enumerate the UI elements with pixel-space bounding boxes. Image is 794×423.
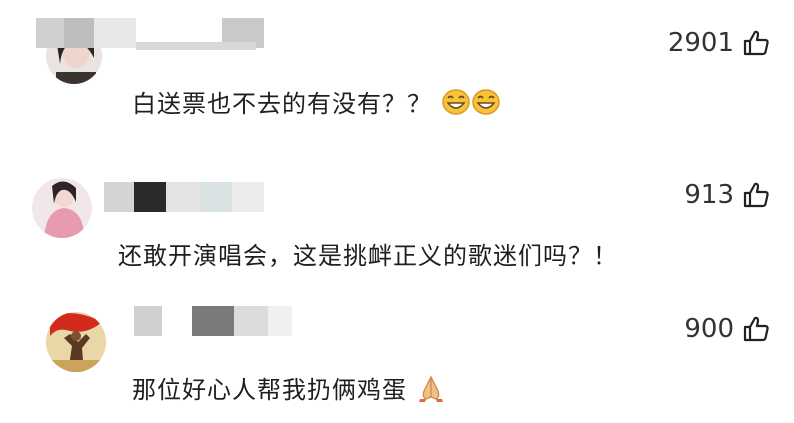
comment-text-content: 那位好心人帮我扔俩鸡蛋: [132, 376, 407, 404]
avatar[interactable]: [46, 312, 106, 372]
like-control[interactable]: 900: [684, 314, 770, 344]
thumbs-up-icon[interactable]: [742, 29, 770, 57]
avatar[interactable]: [32, 178, 92, 238]
comment-item: 白送票也不去的有没有？？ 2901: [0, 0, 794, 140]
comment-text-content: 白送票也不去的有没有？？: [132, 90, 432, 118]
thumbs-up-icon[interactable]: [742, 181, 770, 209]
like-control[interactable]: 2901: [668, 28, 770, 58]
folded-hands-emoji-icon: [416, 373, 446, 409]
username-redacted[interactable]: [36, 18, 266, 50]
like-control[interactable]: 913: [684, 180, 770, 210]
like-count: 2901: [667, 28, 734, 58]
like-count: 913: [684, 180, 734, 210]
username-redacted[interactable]: [104, 182, 264, 212]
like-count: 900: [684, 314, 734, 344]
comment-text: 还敢开演唱会，这是挑衅正义的歌迷们吗？！: [118, 236, 618, 271]
comment-item: 还敢开演唱会，这是挑衅正义的歌迷们吗？！ 913: [0, 150, 794, 290]
grinning-face-emoji-icon: [441, 89, 471, 121]
username-redacted[interactable]: [134, 306, 294, 336]
comment-text: 那位好心人帮我扔俩鸡蛋: [132, 370, 446, 409]
thumbs-up-icon[interactable]: [742, 315, 770, 343]
comment-item: 那位好心人帮我扔俩鸡蛋 900: [0, 296, 794, 423]
grinning-face-emoji-icon: [471, 89, 501, 121]
comment-text-content: 还敢开演唱会，这是挑衅正义的歌迷们吗？！: [118, 242, 618, 270]
comment-text: 白送票也不去的有没有？？: [132, 84, 501, 121]
